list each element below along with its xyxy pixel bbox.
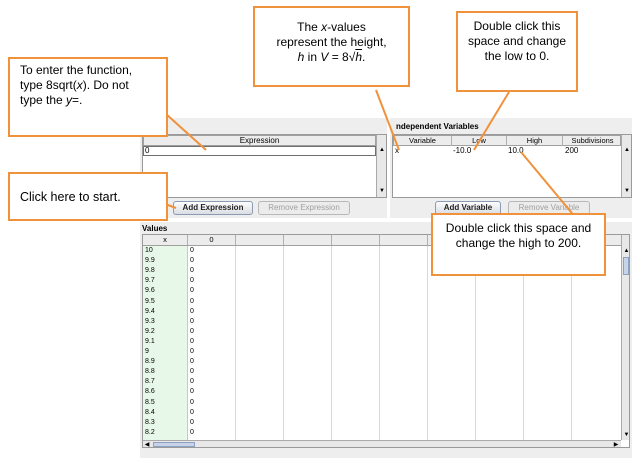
grid-line — [331, 246, 332, 440]
x-value-cell[interactable]: 8.2 — [145, 429, 155, 438]
subdivisions-cell[interactable]: 200 — [565, 146, 578, 156]
x-value-cell[interactable]: 8.6 — [145, 388, 155, 397]
values-panel-title: Values — [142, 224, 168, 233]
x-value-cell[interactable]: 8.8 — [145, 368, 155, 377]
callout-function-line3: type the y=. — [20, 93, 83, 107]
callout-high: Double click this space and change the h… — [431, 213, 606, 276]
expression-scrollbar[interactable]: ▲ ▼ — [376, 135, 386, 197]
scroll-down-icon[interactable]: ▼ — [622, 431, 629, 439]
y-value-cell[interactable]: 0 — [190, 267, 194, 276]
callout-xvalues-line2: represent the height, — [276, 35, 387, 49]
x-value-cell[interactable]: 8.4 — [145, 409, 155, 418]
x-value-cell[interactable]: 9.1 — [145, 338, 155, 347]
y-value-cell[interactable]: 0 — [190, 318, 194, 327]
x-value-cell[interactable]: 8.7 — [145, 378, 155, 387]
hscroll-thumb[interactable] — [153, 442, 195, 447]
callout-function-line2: type 8sqrt(x). Do not — [20, 78, 129, 92]
app-window: Expression 0 ▲ ▼ Add Expression Remove E… — [140, 118, 632, 458]
x-value-cell[interactable]: 9 — [145, 348, 149, 357]
header-variable: Variable — [394, 136, 452, 146]
y-value-cell[interactable]: 0 — [190, 399, 194, 408]
x-value-cell[interactable]: 9.2 — [145, 328, 155, 337]
values-scrollbar[interactable]: ▲ ▼ — [621, 235, 629, 440]
variables-header-row: Variable Low High Subdivisions — [393, 135, 621, 146]
scroll-left-icon[interactable]: ◀ — [143, 441, 151, 447]
variables-panel: ndependent Variables Variable Low High S… — [390, 118, 632, 218]
x-value-cell[interactable]: 8.9 — [145, 358, 155, 367]
values-header-empty — [236, 235, 284, 245]
expression-header: Expression — [143, 135, 376, 146]
grid-line — [427, 246, 428, 440]
header-low: Low — [452, 136, 507, 146]
callout-function-line1: To enter the function, — [20, 63, 133, 77]
grid-line — [379, 246, 380, 440]
callout-start: Click here to start. — [8, 172, 168, 221]
y-value-cell[interactable]: 0 — [190, 257, 194, 266]
callout-xvalues-line3: h in V = 8√h. — [297, 50, 366, 64]
values-header-empty — [380, 235, 428, 245]
scroll-right-icon[interactable]: ▶ — [612, 441, 620, 447]
x-value-cell[interactable]: 10 — [145, 247, 153, 256]
add-expression-button[interactable]: Add Expression — [173, 201, 253, 215]
y-value-cell[interactable]: 0 — [190, 298, 194, 307]
scroll-up-icon[interactable]: ▲ — [622, 247, 629, 255]
y-value-cell[interactable]: 0 — [190, 388, 194, 397]
callout-xvalues-line1: The x-values — [297, 20, 366, 34]
y-value-cell[interactable]: 0 — [190, 277, 194, 286]
y-value-cell[interactable]: 0 — [190, 409, 194, 418]
grid-line — [283, 246, 284, 440]
x-value-cell[interactable]: 8.5 — [145, 399, 155, 408]
variables-panel-title: ndependent Variables — [396, 122, 479, 131]
low-cell[interactable]: -10.0 — [453, 146, 471, 156]
expressions-panel: Expression 0 ▲ ▼ Add Expression Remove E… — [140, 118, 387, 218]
y-value-cell[interactable]: 0 — [190, 308, 194, 317]
high-cell[interactable]: 10.0 — [508, 146, 524, 156]
y-value-cell[interactable]: 0 — [190, 348, 194, 357]
y-value-cell[interactable]: 0 — [190, 419, 194, 428]
x-value-cell[interactable]: 9.9 — [145, 257, 155, 266]
y-value-cell[interactable]: 0 — [190, 358, 194, 367]
y-value-cell[interactable]: 0 — [190, 338, 194, 347]
y-value-cell[interactable]: 0 — [190, 287, 194, 296]
callout-xvalues: The x-values represent the height, h in … — [253, 6, 410, 87]
scroll-down-icon[interactable]: ▼ — [377, 187, 387, 195]
y-value-cell[interactable]: 0 — [190, 429, 194, 438]
x-value-cell[interactable]: 9.5 — [145, 298, 155, 307]
scroll-thumb[interactable] — [623, 257, 629, 275]
callout-function: To enter the function, type 8sqrt(x). Do… — [8, 57, 168, 137]
variable-name-cell[interactable]: x — [395, 146, 399, 156]
values-header-empty — [332, 235, 380, 245]
x-value-cell[interactable]: 9.4 — [145, 308, 155, 317]
values-hscrollbar[interactable]: ◀ ▶ — [143, 440, 621, 447]
x-value-cell[interactable]: 8.3 — [145, 419, 155, 428]
x-value-cell[interactable]: 9.8 — [145, 267, 155, 276]
values-header-expr: 0 — [188, 235, 236, 245]
x-value-cell[interactable]: 9.7 — [145, 277, 155, 286]
header-high: High — [507, 136, 563, 146]
header-subdivisions: Subdivisions — [571, 136, 614, 145]
variables-table: Variable Low High Subdivisions x -10.0 1… — [392, 134, 632, 198]
variable-row[interactable]: x -10.0 10.0 200 — [393, 146, 621, 156]
values-header-x: x — [143, 235, 188, 245]
remove-expression-button[interactable]: Remove Expression — [258, 201, 350, 215]
x-value-cell[interactable]: 9.3 — [145, 318, 155, 327]
y-value-cell[interactable]: 0 — [190, 368, 194, 377]
x-value-cell[interactable]: 9.6 — [145, 287, 155, 296]
scroll-up-icon[interactable]: ▲ — [622, 146, 632, 154]
grid-line — [235, 246, 236, 440]
expression-table: Expression 0 ▲ ▼ — [142, 134, 387, 198]
values-header-empty — [284, 235, 332, 245]
y-value-cell[interactable]: 0 — [190, 378, 194, 387]
scroll-down-icon[interactable]: ▼ — [622, 187, 632, 195]
expression-input[interactable]: 0 — [143, 146, 376, 156]
callout-low: Double click this space and change the l… — [456, 11, 578, 92]
y-value-cell[interactable]: 0 — [190, 328, 194, 337]
variables-scrollbar[interactable]: ▲ ▼ — [621, 135, 631, 197]
scroll-up-icon[interactable]: ▲ — [377, 146, 387, 154]
y-value-cell[interactable]: 0 — [190, 247, 194, 256]
